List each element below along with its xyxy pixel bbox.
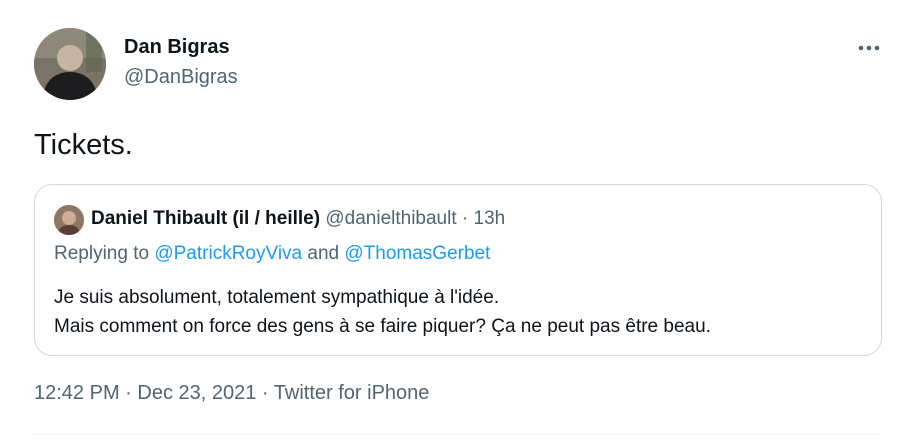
author-name[interactable]: Dan Bigras — [124, 36, 230, 58]
quoted-header: Daniel Thibault (il / heille) @danielthi… — [91, 208, 505, 230]
replying-to-label: Replying to — [54, 243, 155, 264]
author-handle[interactable]: @DanBigras — [124, 66, 238, 88]
tweet-text: Tickets. — [34, 129, 133, 161]
tweet-date[interactable]: Dec 23, 2021 — [137, 382, 256, 404]
quoted-text-line: Je suis absolument, totalement sympathiq… — [54, 287, 500, 308]
divider — [34, 434, 882, 435]
avatar[interactable] — [34, 28, 106, 100]
tweet-meta: 12:42 PM · Dec 23, 2021 · Twitter for iP… — [34, 381, 429, 405]
tweet-source-link[interactable]: Twitter for iPhone — [274, 382, 430, 404]
quoted-separator: · — [461, 208, 469, 229]
quoted-text-line: Mais comment on force des gens à se fair… — [54, 316, 711, 337]
quoted-text: Je suis absolument, totalement sympathiq… — [54, 283, 711, 341]
tweet-time[interactable]: 12:42 PM — [34, 382, 120, 404]
and-text: and — [302, 243, 345, 264]
more-options-button[interactable] — [854, 36, 884, 60]
quoted-timestamp[interactable]: 13h — [474, 208, 506, 229]
meta-separator: · — [256, 382, 274, 404]
replying-to: Replying to @PatrickRoyViva and @ThomasG… — [54, 243, 490, 265]
quoted-tweet[interactable]: Daniel Thibault (il / heille) @danielthi… — [34, 184, 882, 356]
meta-separator: · — [119, 382, 138, 404]
quoted-author-name[interactable]: Daniel Thibault (il / heille) — [91, 208, 320, 229]
more-horizontal-icon — [858, 45, 880, 51]
tweet: Dan Bigras @DanBigras Tickets. Daniel Th… — [0, 0, 910, 442]
quoted-author-handle[interactable]: @danielthibault — [325, 208, 456, 229]
quoted-avatar[interactable] — [54, 205, 84, 235]
mention-link[interactable]: @ThomasGerbet — [344, 243, 490, 264]
mention-link[interactable]: @PatrickRoyViva — [154, 243, 302, 264]
